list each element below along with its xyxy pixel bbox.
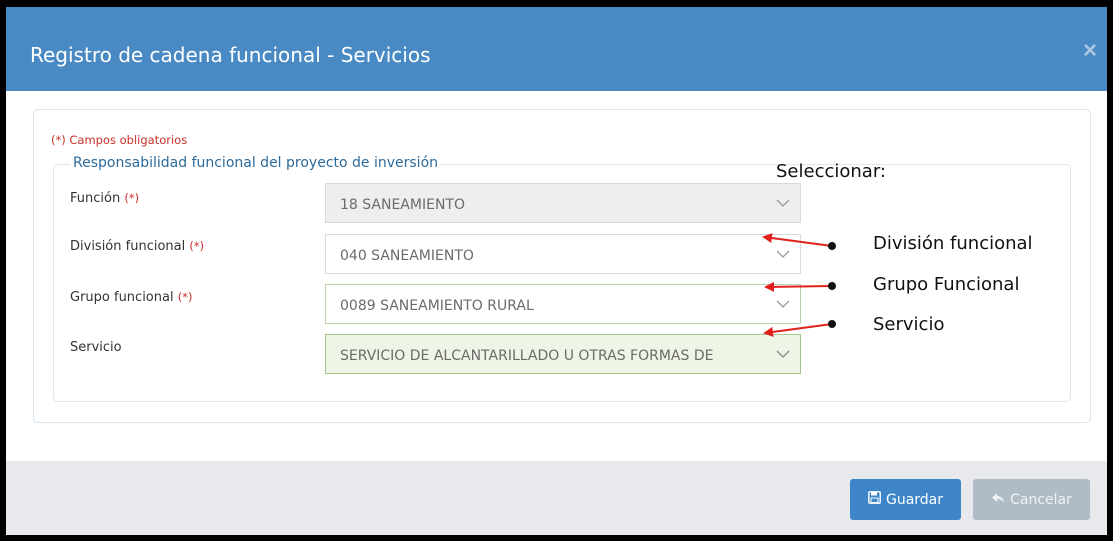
division-funcional-label: División funcional (*) — [70, 239, 204, 254]
save-button[interactable]: Guardar — [850, 479, 961, 520]
funcion-label-text: Función — [70, 191, 121, 206]
funcion-label: Función (*) — [70, 191, 139, 206]
chevron-down-icon — [776, 347, 790, 363]
servicio-label: Servicio — [70, 340, 122, 355]
grupo-funcional-label-text: Grupo funcional — [70, 290, 174, 305]
division-funcional-select[interactable]: 040 SANEAMIENTO — [325, 234, 801, 274]
servicio-value: SERVICIO DE ALCANTARILLADO U OTRAS FORMA… — [340, 348, 714, 364]
funcion-select[interactable]: 18 SANEAMIENTO — [325, 183, 801, 223]
annotation-item-servicio: Servicio — [873, 314, 945, 335]
floppy-disk-icon — [868, 491, 881, 508]
grupo-funcional-label: Grupo funcional (*) — [70, 290, 192, 305]
modal-title: Registro de cadena funcional - Servicios — [30, 43, 431, 67]
servicio-select[interactable]: SERVICIO DE ALCANTARILLADO U OTRAS FORMA… — [325, 334, 801, 374]
division-funcional-label-text: División funcional — [70, 239, 186, 254]
annotation-item-grupo: Grupo Funcional — [873, 274, 1020, 295]
grupo-funcional-select[interactable]: 0089 SANEAMIENTO RURAL — [325, 284, 801, 324]
grupo-funcional-value: 0089 SANEAMIENTO RURAL — [340, 298, 534, 314]
annotation-item-division: División funcional — [873, 233, 1033, 254]
fieldset-legend: Responsabilidad funcional del proyecto d… — [70, 155, 442, 171]
funcion-value: 18 SANEAMIENTO — [340, 197, 465, 213]
modal-header: Registro de cadena funcional - Servicios… — [6, 7, 1107, 91]
modal-footer: Guardar Cancelar — [6, 461, 1107, 535]
reply-arrow-icon — [991, 492, 1005, 508]
required-mark: (*) — [189, 239, 205, 253]
division-funcional-value: 040 SANEAMIENTO — [340, 248, 474, 264]
chevron-down-icon — [776, 247, 790, 263]
required-mark: (*) — [177, 290, 193, 304]
required-mark: (*) — [124, 191, 140, 205]
chevron-down-icon — [776, 196, 790, 212]
servicio-label-text: Servicio — [70, 340, 122, 355]
chevron-down-icon — [776, 297, 790, 313]
cancel-button[interactable]: Cancelar — [973, 479, 1090, 520]
annotation-heading: Seleccionar: — [776, 161, 886, 182]
close-icon[interactable]: × — [1083, 37, 1097, 65]
form-panel: (*) Campos obligatorios Responsabilidad … — [33, 109, 1091, 423]
save-button-label: Guardar — [885, 491, 944, 508]
required-fields-note: (*) Campos obligatorios — [51, 133, 188, 147]
cancel-button-label: Cancelar — [1010, 491, 1072, 508]
